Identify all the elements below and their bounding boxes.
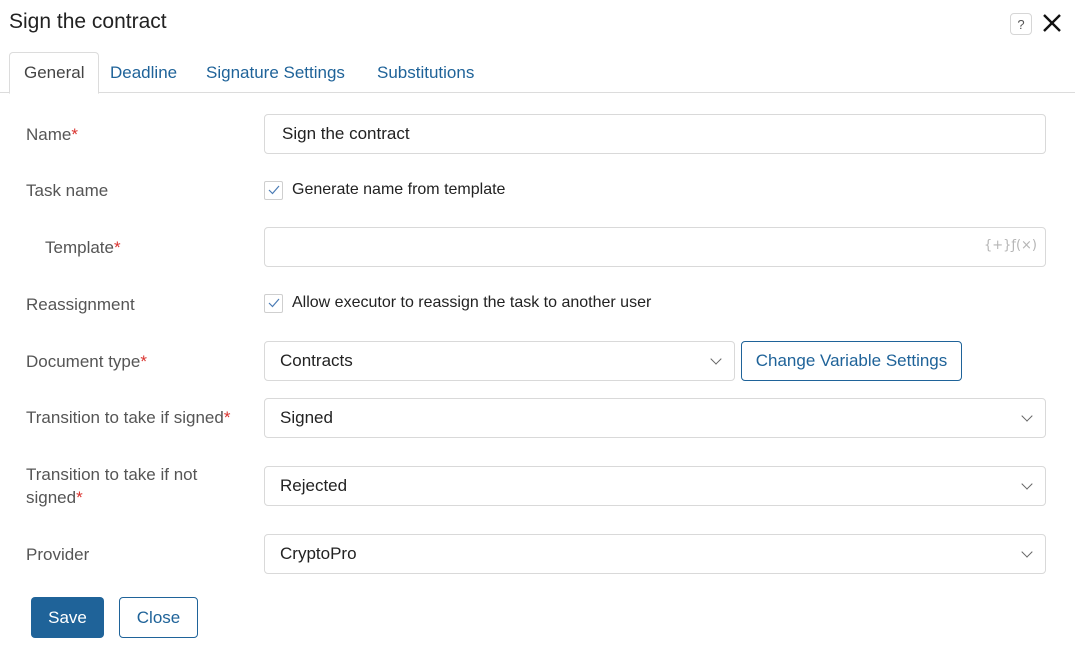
required-mark: * <box>76 488 83 507</box>
transition-not-signed-label-line1: Transition to take if not <box>26 465 198 484</box>
transition-not-signed-label-line2: signed <box>26 488 77 507</box>
provider-select[interactable]: CryptoPro <box>264 534 1046 574</box>
change-variable-settings-button[interactable]: Change Variable Settings <box>741 341 962 381</box>
template-input[interactable]: {+}ƒ(×) <box>264 227 1046 267</box>
transition-signed-value: Signed <box>280 408 333 427</box>
close-button[interactable] <box>1041 12 1063 34</box>
generate-name-checkbox[interactable] <box>264 180 283 200</box>
tab-substitutions[interactable]: Substitutions <box>363 52 488 93</box>
document-type-label-text: Document type <box>26 352 141 371</box>
document-type-label: Document type* <box>26 350 147 373</box>
chevron-down-icon <box>1021 546 1033 558</box>
transition-not-signed-label: Transition to take if not signed* <box>26 463 197 509</box>
transition-signed-select[interactable]: Signed <box>264 398 1046 438</box>
transition-signed-label-text: Transition to take if signed <box>26 408 224 427</box>
template-label-text: Template <box>45 238 114 257</box>
required-mark: * <box>113 238 121 257</box>
name-label-text: Name <box>26 125 72 144</box>
chevron-down-icon <box>1021 410 1033 422</box>
function-icon[interactable]: {+}ƒ(×) <box>984 238 1037 253</box>
help-button[interactable]: ? <box>1010 13 1032 35</box>
chevron-down-icon <box>710 353 722 365</box>
name-label: Name* <box>26 123 78 146</box>
close-button-footer[interactable]: Close <box>119 597 198 638</box>
save-button[interactable]: Save <box>31 597 104 638</box>
tab-general[interactable]: General <box>9 52 100 94</box>
tab-bar: General Deadline Signature Settings Subs… <box>0 52 1075 94</box>
required-mark: * <box>71 125 78 144</box>
tab-signature-settings[interactable]: Signature Settings <box>192 52 359 93</box>
provider-label: Provider <box>26 545 90 564</box>
name-input[interactable]: Sign the contract <box>264 114 1046 154</box>
transition-not-signed-select[interactable]: Rejected <box>264 466 1046 506</box>
name-input-value: Sign the contract <box>282 124 410 143</box>
required-mark: * <box>140 352 147 371</box>
help-icon: ? <box>1017 16 1025 32</box>
close-icon <box>1043 14 1061 32</box>
reassignment-label: Reassignment <box>26 295 135 314</box>
dialog-title: Sign the contract <box>9 10 167 33</box>
transition-signed-label: Transition to take if signed* <box>26 406 230 429</box>
tab-deadline[interactable]: Deadline <box>96 52 191 93</box>
template-label: Template* <box>45 236 121 259</box>
generate-name-checkbox-label: Generate name from template <box>292 181 506 198</box>
reassign-checkbox-row[interactable]: Allow executor to reassign the task to a… <box>264 292 651 314</box>
transition-not-signed-label-line2-wrap: signed* <box>26 486 197 509</box>
transition-not-signed-value: Rejected <box>280 476 348 495</box>
chevron-down-icon <box>1021 478 1033 490</box>
task-name-label: Task name <box>26 181 109 200</box>
provider-value: CryptoPro <box>280 544 357 563</box>
required-mark: * <box>223 408 231 427</box>
generate-name-checkbox-row[interactable]: Generate name from template <box>264 179 505 201</box>
reassign-checkbox-label: Allow executor to reassign the task to a… <box>292 294 652 311</box>
document-type-select[interactable]: Contracts <box>264 341 735 381</box>
check-icon <box>268 298 279 308</box>
document-type-value: Contracts <box>280 351 353 370</box>
check-icon <box>268 185 279 195</box>
reassign-checkbox[interactable] <box>264 293 283 313</box>
